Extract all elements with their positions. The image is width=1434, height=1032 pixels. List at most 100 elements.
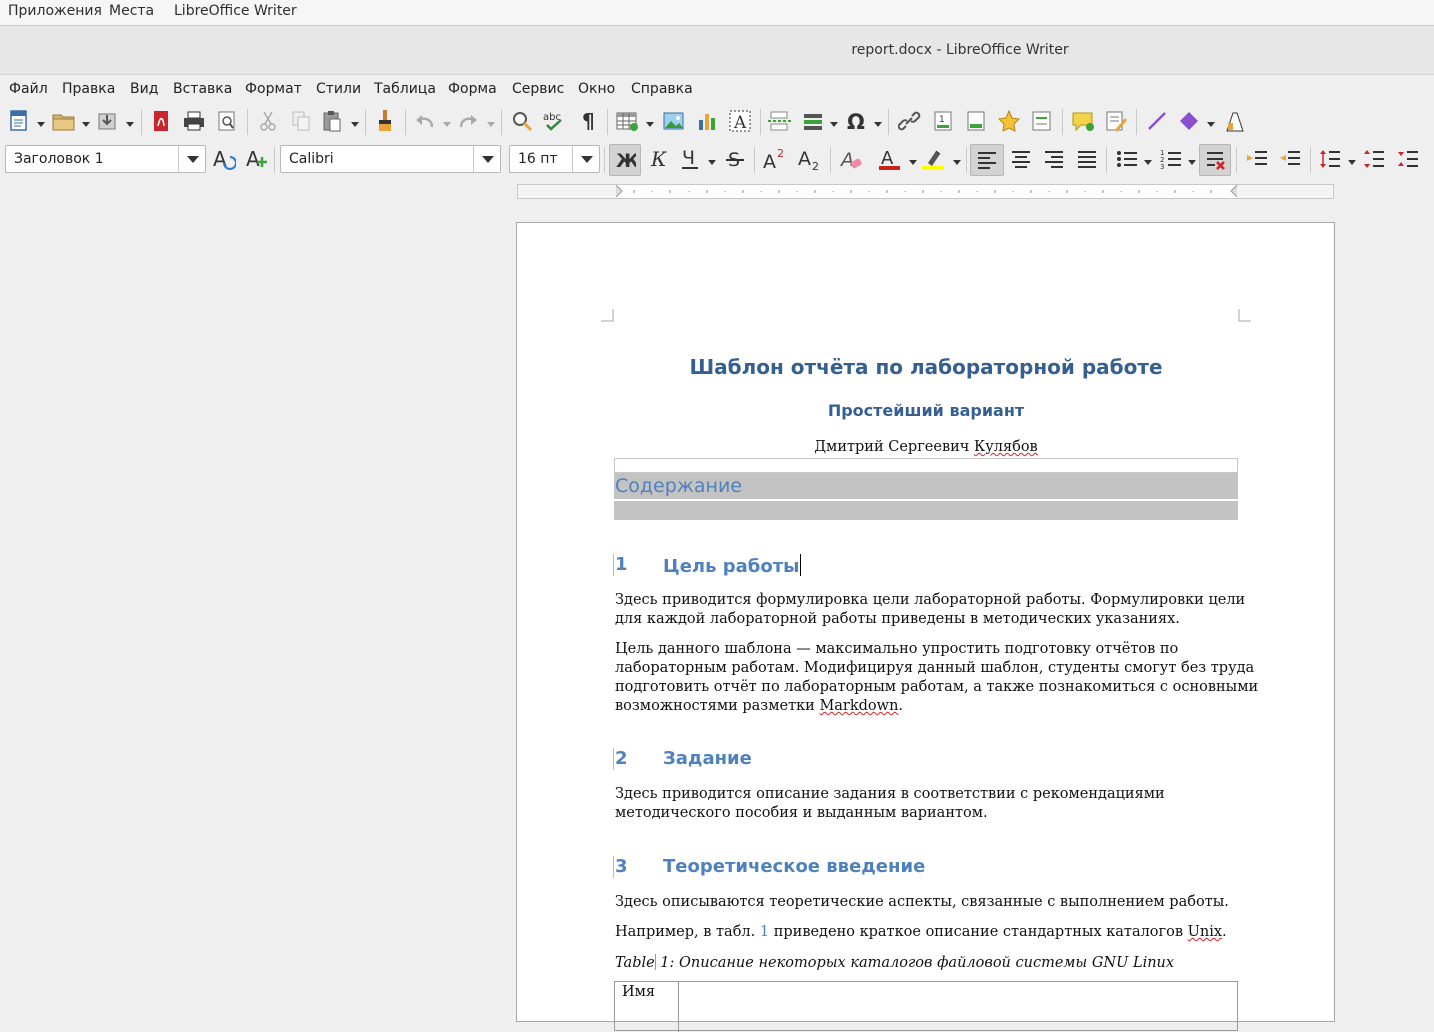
save-icon[interactable] xyxy=(93,107,121,135)
special-character-icon[interactable]: Ω xyxy=(842,107,870,135)
special-char-dropdown-icon[interactable] xyxy=(874,122,882,127)
superscript-button[interactable]: A2 xyxy=(760,145,788,173)
redo-dropdown-icon[interactable] xyxy=(487,122,495,127)
table-of-contents[interactable]: Содержание xyxy=(614,473,1238,499)
paragraph: Здесь приводится формулировка цели лабор… xyxy=(615,592,1246,627)
formatting-marks-icon[interactable]: ¶ xyxy=(575,107,603,135)
unordered-list-dropdown-icon[interactable] xyxy=(1144,160,1152,165)
draw-functions-icon[interactable] xyxy=(1220,107,1248,135)
font-color-icon[interactable]: A xyxy=(875,145,903,173)
track-changes-icon[interactable] xyxy=(1102,107,1130,135)
insert-image-icon[interactable] xyxy=(660,107,688,135)
increase-paragraph-spacing-icon[interactable] xyxy=(1360,145,1388,173)
basic-shapes-icon[interactable] xyxy=(1175,107,1203,135)
line-spacing-dropdown-icon[interactable] xyxy=(1348,160,1356,165)
open-dropdown-icon[interactable] xyxy=(82,122,90,127)
spelling-icon[interactable]: abc xyxy=(541,107,569,135)
menu-help[interactable]: Справка xyxy=(631,81,693,97)
chevron-down-icon[interactable] xyxy=(572,146,599,172)
hyperlink-icon[interactable] xyxy=(896,107,924,135)
print-preview-icon[interactable] xyxy=(213,107,241,135)
menu-format[interactable]: Формат xyxy=(245,81,302,97)
new-style-icon[interactable]: A xyxy=(243,145,271,173)
redo-icon[interactable] xyxy=(454,107,482,135)
active-app-menu[interactable]: LibreOffice Writer xyxy=(174,3,297,19)
ordered-list-dropdown-icon[interactable] xyxy=(1188,160,1196,165)
toc-body xyxy=(614,501,1238,520)
undo-icon[interactable] xyxy=(411,107,439,135)
menu-edit[interactable]: Правка xyxy=(62,81,115,97)
line-spacing-icon[interactable] xyxy=(1316,145,1344,173)
highlight-color-icon[interactable] xyxy=(919,145,947,173)
menu-view[interactable]: Вид xyxy=(130,81,158,97)
new-dropdown-icon[interactable] xyxy=(37,122,45,127)
menu-insert[interactable]: Вставка xyxy=(173,81,232,97)
insert-comment-icon[interactable] xyxy=(1069,107,1097,135)
menu-tools[interactable]: Сервис xyxy=(512,81,564,97)
insert-line-icon[interactable] xyxy=(1143,107,1171,135)
paste-icon[interactable] xyxy=(318,107,346,135)
insert-field-icon[interactable] xyxy=(799,107,827,135)
align-left-button[interactable] xyxy=(970,144,1004,176)
table-reference-link[interactable]: 1 xyxy=(760,924,769,940)
insert-textbox-icon[interactable]: A xyxy=(726,107,754,135)
menu-table[interactable]: Таблица xyxy=(374,81,436,97)
cut-icon[interactable] xyxy=(254,107,282,135)
font-size-select[interactable]: 16 пт xyxy=(509,145,600,173)
italic-button[interactable]: К xyxy=(644,145,672,173)
applications-menu[interactable]: Приложения xyxy=(8,3,102,19)
menu-styles[interactable]: Стили xyxy=(316,81,361,97)
undo-dropdown-icon[interactable] xyxy=(443,122,451,127)
increase-indent-icon[interactable] xyxy=(1243,145,1271,173)
font-name-select[interactable]: Calibri xyxy=(280,145,501,173)
window-titlebar[interactable]: report.docx - LibreOffice Writer xyxy=(0,26,1434,75)
ruler-text-area xyxy=(616,185,1237,198)
open-folder-icon[interactable] xyxy=(50,107,78,135)
paste-dropdown-icon[interactable] xyxy=(351,122,359,127)
clear-formatting-icon[interactable]: A xyxy=(837,145,865,173)
copy-icon[interactable] xyxy=(287,107,315,135)
font-color-dropdown-icon[interactable] xyxy=(909,160,917,165)
underline-button[interactable]: Ч xyxy=(676,145,704,173)
menu-file[interactable]: Файл xyxy=(9,81,48,97)
cross-reference-icon[interactable] xyxy=(1028,107,1056,135)
align-right-button[interactable] xyxy=(1040,145,1068,173)
print-icon[interactable] xyxy=(180,107,208,135)
insert-table-icon[interactable] xyxy=(613,107,641,135)
save-dropdown-icon[interactable] xyxy=(126,122,134,127)
data-table[interactable]: Имя xyxy=(614,981,1238,1032)
bookmark-icon[interactable] xyxy=(995,107,1023,135)
new-document-icon[interactable] xyxy=(5,107,33,135)
strikethrough-button[interactable]: S xyxy=(721,145,749,173)
field-dropdown-icon[interactable] xyxy=(830,122,838,127)
export-pdf-icon[interactable] xyxy=(147,107,175,135)
header-footer-icon[interactable] xyxy=(962,107,990,135)
align-center-button[interactable] xyxy=(1007,145,1035,173)
insert-chart-icon[interactable] xyxy=(693,107,721,135)
update-style-icon[interactable]: A xyxy=(210,145,238,173)
justify-button[interactable] xyxy=(1073,145,1101,173)
document-page[interactable]: Шаблон отчёта по лабораторной работе Про… xyxy=(516,222,1335,1032)
highlight-dropdown-icon[interactable] xyxy=(953,160,961,165)
subscript-button[interactable]: A2 xyxy=(795,145,823,173)
footnote-icon[interactable]: 1 xyxy=(929,107,957,135)
decrease-paragraph-spacing-icon[interactable] xyxy=(1394,145,1422,173)
paragraph-style-select[interactable]: Заголовок 1 xyxy=(5,145,206,173)
decrease-indent-icon[interactable] xyxy=(1276,145,1304,173)
chevron-down-icon[interactable] xyxy=(473,146,500,172)
insert-page-break-icon[interactable] xyxy=(766,107,794,135)
places-menu[interactable]: Места xyxy=(109,3,154,19)
clone-formatting-icon[interactable] xyxy=(371,107,399,135)
menu-form[interactable]: Форма xyxy=(448,81,497,97)
no-list-button[interactable] xyxy=(1199,144,1231,176)
document-author: Дмитрий Сергеевич Кулябов xyxy=(814,439,1038,455)
find-replace-icon[interactable] xyxy=(508,107,536,135)
unordered-list-icon[interactable] xyxy=(1113,145,1141,173)
table-dropdown-icon[interactable] xyxy=(646,122,654,127)
bold-button[interactable]: Ж xyxy=(609,144,641,176)
underline-dropdown-icon[interactable] xyxy=(708,160,716,165)
ordered-list-icon[interactable]: 123 xyxy=(1157,145,1185,173)
chevron-down-icon[interactable] xyxy=(178,146,205,172)
menu-window[interactable]: Окно xyxy=(578,81,615,97)
shapes-dropdown-icon[interactable] xyxy=(1207,122,1215,127)
